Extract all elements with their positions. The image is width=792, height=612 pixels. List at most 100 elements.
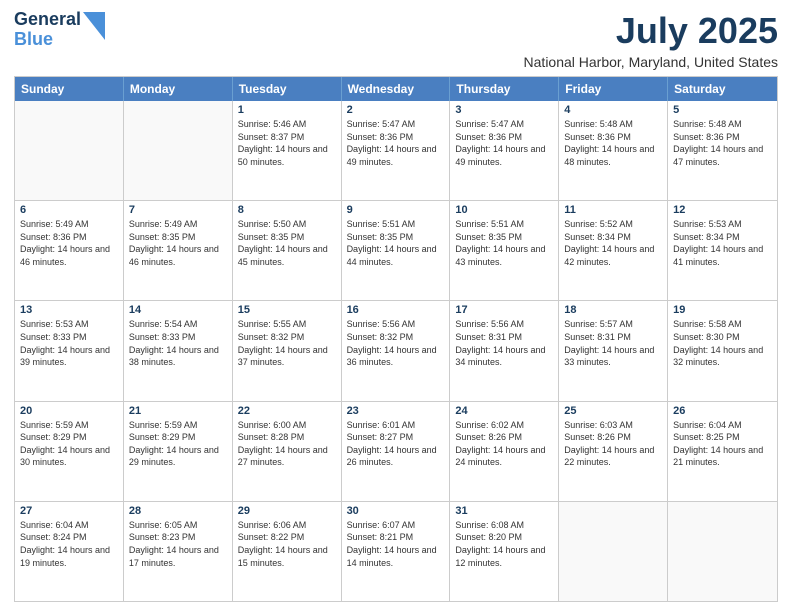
cell-sun-info: Sunrise: 5:49 AM Sunset: 8:36 PM Dayligh… — [20, 218, 118, 268]
day-number: 28 — [129, 505, 227, 517]
calendar-week-3: 13 Sunrise: 5:53 AM Sunset: 8:33 PM Dayli… — [15, 301, 777, 401]
day-header-wednesday: Wednesday — [342, 77, 451, 101]
day-header-saturday: Saturday — [668, 77, 777, 101]
cell-sun-info: Sunrise: 5:48 AM Sunset: 8:36 PM Dayligh… — [673, 118, 772, 168]
calendar-cell: 24 Sunrise: 6:02 AM Sunset: 8:26 PM Dayli… — [450, 402, 559, 501]
calendar-cell: 18 Sunrise: 5:57 AM Sunset: 8:31 PM Dayli… — [559, 301, 668, 400]
day-number: 26 — [673, 405, 772, 417]
day-header-friday: Friday — [559, 77, 668, 101]
calendar-body: 1 Sunrise: 5:46 AM Sunset: 8:37 PM Daylig… — [15, 101, 777, 601]
day-header-tuesday: Tuesday — [233, 77, 342, 101]
calendar-cell — [668, 502, 777, 601]
calendar-cell: 25Sunrise: 6:03 AM Sunset: 8:26 PM Dayli… — [559, 402, 668, 501]
day-number: 24 — [455, 405, 553, 417]
header: General Blue July 2025 National Harbor, … — [14, 10, 778, 70]
day-number: 11 — [564, 204, 662, 216]
cell-sun-info: Sunrise: 6:08 AM Sunset: 8:20 PM Dayligh… — [455, 519, 553, 569]
day-number: 2 — [347, 104, 445, 116]
calendar-cell: 7 Sunrise: 5:49 AM Sunset: 8:35 PM Daylig… — [124, 201, 233, 300]
day-header-thursday: Thursday — [450, 77, 559, 101]
cell-sun-info: Sunrise: 5:48 AM Sunset: 8:36 PM Dayligh… — [564, 118, 662, 168]
calendar-cell: 3Sunrise: 5:47 AM Sunset: 8:36 PM Daylig… — [450, 101, 559, 200]
day-number: 19 — [673, 304, 772, 316]
cell-sun-info: Sunrise: 5:47 AM Sunset: 8:36 PM Dayligh… — [347, 118, 445, 168]
calendar-cell: 23 Sunrise: 6:01 AM Sunset: 8:27 PM Dayli… — [342, 402, 451, 501]
calendar-cell: 31Sunrise: 6:08 AM Sunset: 8:20 PM Dayli… — [450, 502, 559, 601]
day-number: 18 — [564, 304, 662, 316]
calendar-cell: 11 Sunrise: 5:52 AM Sunset: 8:34 PM Dayli… — [559, 201, 668, 300]
calendar-cell: 30 Sunrise: 6:07 AM Sunset: 8:21 PM Dayli… — [342, 502, 451, 601]
calendar-cell: 10 Sunrise: 5:51 AM Sunset: 8:35 PM Dayli… — [450, 201, 559, 300]
calendar-cell: 16 Sunrise: 5:56 AM Sunset: 8:32 PM Dayli… — [342, 301, 451, 400]
cell-sun-info: Sunrise: 5:56 AM Sunset: 8:32 PM Dayligh… — [347, 318, 445, 368]
cell-sun-info: Sunrise: 5:52 AM Sunset: 8:34 PM Dayligh… — [564, 218, 662, 268]
day-number: 21 — [129, 405, 227, 417]
cell-sun-info: Sunrise: 5:51 AM Sunset: 8:35 PM Dayligh… — [347, 218, 445, 268]
day-number: 15 — [238, 304, 336, 316]
day-number: 27 — [20, 505, 118, 517]
calendar-cell: 29Sunrise: 6:06 AM Sunset: 8:22 PM Dayli… — [233, 502, 342, 601]
day-number: 8 — [238, 204, 336, 216]
page: General Blue July 2025 National Harbor, … — [0, 0, 792, 612]
subtitle: National Harbor, Maryland, United States — [524, 54, 778, 70]
cell-sun-info: Sunrise: 6:04 AM Sunset: 8:24 PM Dayligh… — [20, 519, 118, 569]
day-number: 1 — [238, 104, 336, 116]
calendar-cell: 8Sunrise: 5:50 AM Sunset: 8:35 PM Daylig… — [233, 201, 342, 300]
day-number: 13 — [20, 304, 118, 316]
logo-triangle-icon — [83, 12, 105, 40]
day-number: 20 — [20, 405, 118, 417]
cell-sun-info: Sunrise: 6:04 AM Sunset: 8:25 PM Dayligh… — [673, 419, 772, 469]
day-number: 12 — [673, 204, 772, 216]
calendar-cell: 2 Sunrise: 5:47 AM Sunset: 8:36 PM Daylig… — [342, 101, 451, 200]
cell-sun-info: Sunrise: 5:47 AM Sunset: 8:36 PM Dayligh… — [455, 118, 553, 168]
logo-blue: Blue — [14, 30, 81, 50]
day-number: 23 — [347, 405, 445, 417]
cell-sun-info: Sunrise: 6:03 AM Sunset: 8:26 PM Dayligh… — [564, 419, 662, 469]
calendar-week-4: 20 Sunrise: 5:59 AM Sunset: 8:29 PM Dayli… — [15, 402, 777, 502]
main-title: July 2025 — [524, 10, 778, 52]
calendar-cell: 9 Sunrise: 5:51 AM Sunset: 8:35 PM Daylig… — [342, 201, 451, 300]
cell-sun-info: Sunrise: 5:53 AM Sunset: 8:33 PM Dayligh… — [20, 318, 118, 368]
day-number: 16 — [347, 304, 445, 316]
calendar-cell: 13 Sunrise: 5:53 AM Sunset: 8:33 PM Dayli… — [15, 301, 124, 400]
calendar-cell: 6Sunrise: 5:49 AM Sunset: 8:36 PM Daylig… — [15, 201, 124, 300]
cell-sun-info: Sunrise: 5:57 AM Sunset: 8:31 PM Dayligh… — [564, 318, 662, 368]
calendar-cell: 26 Sunrise: 6:04 AM Sunset: 8:25 PM Dayli… — [668, 402, 777, 501]
calendar-cell: 1 Sunrise: 5:46 AM Sunset: 8:37 PM Daylig… — [233, 101, 342, 200]
cell-sun-info: Sunrise: 6:00 AM Sunset: 8:28 PM Dayligh… — [238, 419, 336, 469]
day-number: 9 — [347, 204, 445, 216]
cell-sun-info: Sunrise: 5:51 AM Sunset: 8:35 PM Dayligh… — [455, 218, 553, 268]
calendar-cell: 28Sunrise: 6:05 AM Sunset: 8:23 PM Dayli… — [124, 502, 233, 601]
cell-sun-info: Sunrise: 5:58 AM Sunset: 8:30 PM Dayligh… — [673, 318, 772, 368]
calendar-cell: 12 Sunrise: 5:53 AM Sunset: 8:34 PM Dayli… — [668, 201, 777, 300]
calendar-cell: 15Sunrise: 5:55 AM Sunset: 8:32 PM Dayli… — [233, 301, 342, 400]
cell-sun-info: Sunrise: 5:54 AM Sunset: 8:33 PM Dayligh… — [129, 318, 227, 368]
cell-sun-info: Sunrise: 6:01 AM Sunset: 8:27 PM Dayligh… — [347, 419, 445, 469]
cell-sun-info: Sunrise: 5:59 AM Sunset: 8:29 PM Dayligh… — [20, 419, 118, 469]
day-header-sunday: Sunday — [15, 77, 124, 101]
calendar-header: SundayMondayTuesdayWednesdayThursdayFrid… — [15, 77, 777, 101]
calendar-cell: 5Sunrise: 5:48 AM Sunset: 8:36 PM Daylig… — [668, 101, 777, 200]
day-number: 29 — [238, 505, 336, 517]
calendar-cell: 4Sunrise: 5:48 AM Sunset: 8:36 PM Daylig… — [559, 101, 668, 200]
cell-sun-info: Sunrise: 6:02 AM Sunset: 8:26 PM Dayligh… — [455, 419, 553, 469]
calendar-cell: 19 Sunrise: 5:58 AM Sunset: 8:30 PM Dayli… — [668, 301, 777, 400]
cell-sun-info: Sunrise: 5:56 AM Sunset: 8:31 PM Dayligh… — [455, 318, 553, 368]
day-number: 7 — [129, 204, 227, 216]
calendar-cell: 27 Sunrise: 6:04 AM Sunset: 8:24 PM Dayli… — [15, 502, 124, 601]
cell-sun-info: Sunrise: 6:07 AM Sunset: 8:21 PM Dayligh… — [347, 519, 445, 569]
day-number: 14 — [129, 304, 227, 316]
cell-sun-info: Sunrise: 5:46 AM Sunset: 8:37 PM Dayligh… — [238, 118, 336, 168]
cell-sun-info: Sunrise: 5:59 AM Sunset: 8:29 PM Dayligh… — [129, 419, 227, 469]
day-number: 22 — [238, 405, 336, 417]
cell-sun-info: Sunrise: 5:53 AM Sunset: 8:34 PM Dayligh… — [673, 218, 772, 268]
calendar-cell — [15, 101, 124, 200]
day-header-monday: Monday — [124, 77, 233, 101]
logo: General Blue — [14, 10, 105, 50]
calendar: SundayMondayTuesdayWednesdayThursdayFrid… — [14, 76, 778, 602]
day-number: 10 — [455, 204, 553, 216]
calendar-cell: 14 Sunrise: 5:54 AM Sunset: 8:33 PM Dayli… — [124, 301, 233, 400]
cell-sun-info: Sunrise: 5:49 AM Sunset: 8:35 PM Dayligh… — [129, 218, 227, 268]
calendar-cell — [124, 101, 233, 200]
day-number: 30 — [347, 505, 445, 517]
